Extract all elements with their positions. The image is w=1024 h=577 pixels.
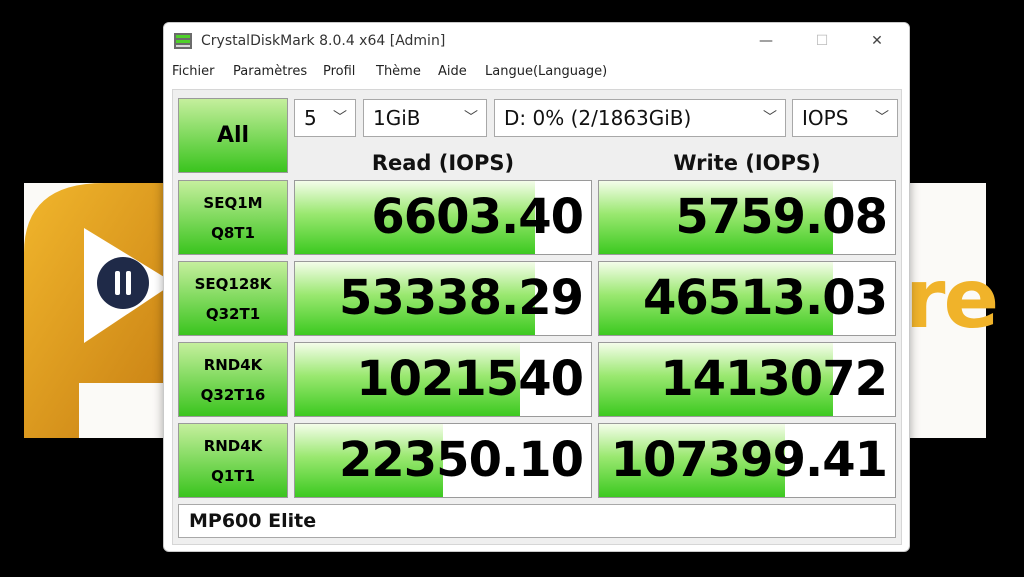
benchmark-panel: All 5 ﹀ 1GiB ﹀ D: 0% (2/1863GiB) ﹀ IOPS … — [172, 89, 902, 545]
test-name-line2: Q32T16 — [200, 385, 266, 404]
write-result-value: 107399.41 — [610, 432, 888, 488]
close-icon[interactable]: ✕ — [854, 23, 900, 59]
test-name-line2: Q32T1 — [205, 304, 261, 323]
run-all-button[interactable]: All — [178, 98, 288, 173]
play-logo-icon — [24, 183, 184, 438]
logo-text-fragment-icon: re — [905, 252, 999, 347]
title-bar[interactable]: CrystalDiskMark 8.0.4 x64 [Admin] — ☐ ✕ — [164, 23, 909, 59]
chevron-down-icon: ﹀ — [333, 110, 347, 126]
read-result-value: 6603.40 — [371, 189, 584, 245]
test-name-line1: SEQ128K — [194, 274, 272, 293]
test-button-seq1m-q8t1[interactable]: SEQ1M Q8T1 — [178, 180, 288, 255]
write-result-cell: 5759.08 — [598, 180, 896, 255]
menu-aide[interactable]: Aide — [438, 59, 467, 85]
menu-parametres[interactable]: Paramètres — [233, 59, 307, 85]
test-name-line1: RND4K — [203, 355, 263, 374]
unit-select[interactable]: IOPS ﹀ — [792, 99, 898, 137]
test-name-line2: Q8T1 — [211, 223, 255, 242]
write-result-value: 5759.08 — [675, 189, 888, 245]
window-title: CrystalDiskMark 8.0.4 x64 [Admin] — [201, 33, 446, 49]
test-size-value: 1GiB — [373, 106, 421, 130]
chevron-down-icon: ﹀ — [464, 110, 478, 126]
chevron-down-icon: ﹀ — [763, 110, 777, 126]
write-result-cell: 107399.41 — [598, 423, 896, 498]
test-count-value: 5 — [304, 106, 317, 130]
read-result-value: 53338.29 — [338, 270, 584, 326]
write-result-value: 1413072 — [660, 351, 888, 407]
write-result-value: 46513.03 — [642, 270, 888, 326]
read-column-header: Read (IOPS) — [371, 151, 515, 175]
menu-theme[interactable]: Thème — [376, 59, 421, 85]
read-result-cell: 22350.10 — [294, 423, 592, 498]
crystaldiskmark-app-icon — [174, 33, 192, 49]
menu-profil[interactable]: Profil — [323, 59, 355, 85]
test-button-seq128k-q32t1[interactable]: SEQ128K Q32T1 — [178, 261, 288, 336]
test-count-select[interactable]: 5 ﹀ — [294, 99, 356, 137]
read-result-value: 22350.10 — [338, 432, 584, 488]
menu-fichier[interactable]: Fichier — [172, 59, 215, 85]
test-name-line1: RND4K — [203, 436, 263, 455]
drive-select[interactable]: D: 0% (2/1863GiB) ﹀ — [494, 99, 786, 137]
test-name-line2: Q1T1 — [211, 466, 255, 485]
minimize-icon[interactable]: — — [743, 23, 789, 59]
read-result-value: 1021540 — [356, 351, 584, 407]
test-button-rnd4k-q32t16[interactable]: RND4K Q32T16 — [178, 342, 288, 417]
write-result-cell: 1413072 — [598, 342, 896, 417]
run-all-label: All — [216, 123, 250, 148]
chevron-down-icon: ﹀ — [875, 110, 889, 126]
menu-langue[interactable]: Langue(Language) — [485, 59, 607, 85]
read-result-cell: 1021540 — [294, 342, 592, 417]
test-name-line1: SEQ1M — [203, 193, 263, 212]
app-window: CrystalDiskMark 8.0.4 x64 [Admin] — ☐ ✕ … — [163, 22, 910, 552]
write-column-header: Write (IOPS) — [673, 151, 821, 175]
read-result-cell: 53338.29 — [294, 261, 592, 336]
unit-value: IOPS — [802, 106, 849, 130]
read-result-cell: 6603.40 — [294, 180, 592, 255]
menu-bar: Fichier Paramètres Profil Thème Aide Lan… — [164, 59, 909, 85]
test-size-select[interactable]: 1GiB ﹀ — [363, 99, 487, 137]
comment-field[interactable]: MP600 Elite — [178, 504, 896, 538]
maximize-icon[interactable]: ☐ — [799, 23, 845, 59]
drive-value: D: 0% (2/1863GiB) — [504, 106, 692, 130]
write-result-cell: 46513.03 — [598, 261, 896, 336]
test-button-rnd4k-q1t1[interactable]: RND4K Q1T1 — [178, 423, 288, 498]
